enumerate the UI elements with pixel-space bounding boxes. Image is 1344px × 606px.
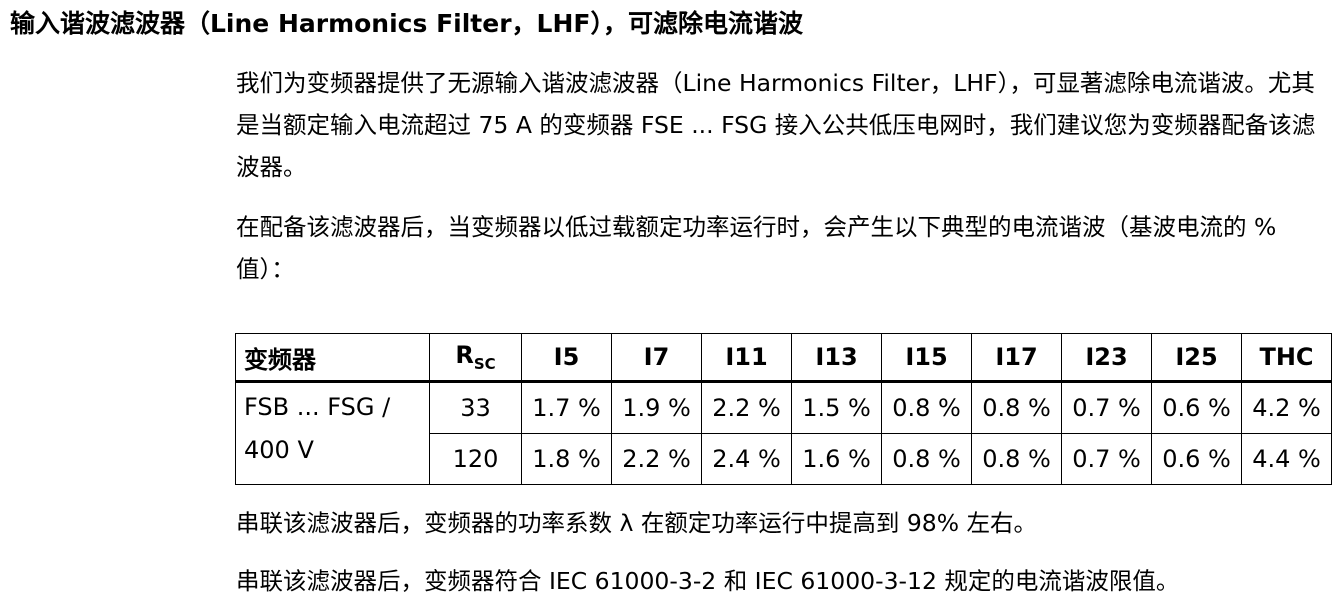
harmonics-table: 变频器 RSC I5 I7 I11 I13 I15 I17 I23 I25 TH… (235, 333, 1332, 485)
header-i5: I5 (521, 333, 612, 383)
value-cell: 0.6 % (1151, 433, 1242, 485)
header-device: 变频器 (235, 333, 430, 383)
rsc-cell: 33 (429, 381, 522, 434)
device-line-1: FSB ... FSG / (244, 393, 391, 421)
iec-compliance-paragraph: 串联该滤波器后，变频器符合 IEC 61000-3-2 和 IEC 61000-… (236, 567, 1180, 595)
header-rsc: RSC (429, 333, 522, 383)
value-cell: 0.8 % (971, 433, 1062, 485)
value-cell: 1.6 % (791, 433, 882, 485)
value-cell: 1.7 % (521, 381, 612, 434)
header-rsc-sub: SC (473, 355, 496, 373)
value-cell: 0.8 % (881, 381, 972, 434)
value-cell: 0.8 % (881, 433, 972, 485)
value-cell: 2.2 % (701, 381, 792, 434)
value-cell: 1.8 % (521, 433, 612, 485)
header-rsc-main: R (455, 341, 474, 369)
header-i13: I13 (791, 333, 882, 383)
value-cell: 4.2 % (1241, 381, 1332, 434)
value-cell: 2.4 % (701, 433, 792, 485)
section-heading: 输入谐波滤波器（Line Harmonics Filter，LHF），可滤除电流… (10, 9, 803, 38)
header-i23: I23 (1061, 333, 1152, 383)
value-cell: 1.5 % (791, 381, 882, 434)
value-cell: 0.8 % (971, 381, 1062, 434)
header-i7: I7 (611, 333, 702, 383)
value-cell: 0.7 % (1061, 381, 1152, 434)
table-header-row: 变频器 RSC I5 I7 I11 I13 I15 I17 I23 I25 TH… (235, 333, 1332, 383)
value-cell: 2.2 % (611, 433, 702, 485)
device-cell: FSB ... FSG / 400 V (235, 381, 430, 485)
value-cell: 4.4 % (1241, 433, 1332, 485)
header-i11: I11 (701, 333, 792, 383)
intro-paragraph: 我们为变频器提供了无源输入谐波滤波器（Line Harmonics Filter… (236, 69, 1316, 181)
rsc-cell: 120 (429, 433, 522, 485)
header-thc: THC (1241, 333, 1332, 383)
value-cell: 1.9 % (611, 381, 702, 434)
header-i17: I17 (971, 333, 1062, 383)
value-cell: 0.6 % (1151, 381, 1242, 434)
power-factor-paragraph: 串联该滤波器后，变频器的功率系数 λ 在额定功率运行中提高到 98% 左右。 (236, 509, 1038, 537)
table-row: FSB ... FSG /400 V 33 1.7 % 1.9 % 2.2 % … (235, 381, 1332, 485)
header-i15: I15 (881, 333, 972, 383)
device-line-2: 400 V (244, 436, 314, 464)
header-i25: I25 (1151, 333, 1242, 383)
value-cell: 0.7 % (1061, 433, 1152, 485)
harmonics-intro-paragraph: 在配备该滤波器后，当变频器以低过载额定功率运行时，会产生以下典型的电流谐波（基波… (236, 213, 1277, 283)
